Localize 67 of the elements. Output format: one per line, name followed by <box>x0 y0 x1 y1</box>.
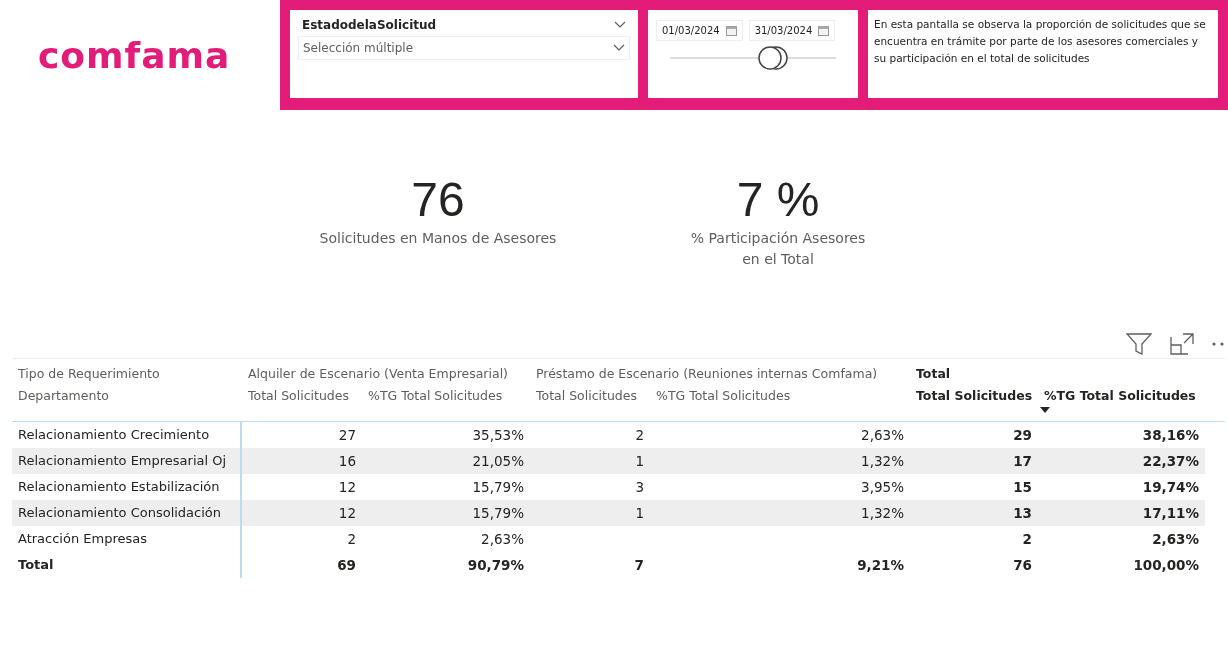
total-cell-text: 76 <box>1012 556 1033 575</box>
table-cell-text: 15,79% <box>471 478 525 497</box>
column-group-header: Total <box>915 365 952 383</box>
calendar-icon[interactable] <box>818 25 830 36</box>
more-icon[interactable] <box>1212 341 1224 347</box>
table-cell: 17 <box>910 448 1038 474</box>
column-header[interactable]: %TG Total Solicitudes <box>1038 385 1205 407</box>
total-cell-text: 7 <box>633 556 645 575</box>
row-header: Tipo de Requerimiento <box>17 365 161 383</box>
table-cell-text: 2 <box>346 530 357 549</box>
column-header[interactable]: Total Solicitudes <box>530 385 650 407</box>
column-header[interactable]: %TG Total Solicitudes <box>650 385 910 407</box>
total-label: Total <box>12 552 242 578</box>
table-cell-text: 29 <box>1012 426 1033 445</box>
table-cell-text: 38,16% <box>1141 426 1200 445</box>
table-cell: 1 <box>530 448 650 474</box>
table-cell: 1,32% <box>650 500 910 526</box>
column-group-header: Préstamo de Escenario (Reuniones internas Comfama) <box>535 365 879 383</box>
date-field[interactable]: 01/03/2024 <box>656 20 743 41</box>
slider-thumb[interactable] <box>755 46 790 70</box>
column-group-header: Alquiler de Escenario (Venta Empresarial) <box>247 365 509 383</box>
table-cell-text: 12 <box>337 478 357 497</box>
column-header[interactable]: Total Solicitudes <box>242 385 362 407</box>
table-cell: 13 <box>910 500 1038 526</box>
table-cell: 21,05% <box>362 448 530 474</box>
column-header[interactable]: %TG Total Solicitudes <box>362 385 530 407</box>
table-cell: 1,32% <box>650 448 910 474</box>
slicer-title: EstadodelaSolicitud <box>302 18 437 32</box>
table-cell: 15,79% <box>362 500 530 526</box>
row-label: Relacionamiento Consolidación <box>12 500 242 526</box>
table-cell-text: 2,63% <box>1151 530 1200 549</box>
chevron-down-icon[interactable] <box>613 44 625 52</box>
logo: comfama <box>38 34 231 76</box>
filter-icon[interactable] <box>1126 333 1152 355</box>
chevron-down-icon[interactable] <box>614 21 626 29</box>
date-field[interactable]: 31/03/2024 <box>748 20 836 41</box>
table-cell: 1 <box>530 500 650 526</box>
table-cell: 17,11% <box>1038 500 1205 526</box>
kpi-label: % Participación Asesores en el Total <box>689 229 867 269</box>
table-cell-text: 2,63% <box>480 530 525 549</box>
kpi-label: Solicitudes en Manos de Asesores <box>319 229 557 248</box>
table-cell-text: 2 <box>1021 530 1033 549</box>
column-header[interactable]: Total Solicitudes <box>910 385 1038 407</box>
table-cell-text: 3 <box>634 478 645 497</box>
row-header: Departamento <box>17 387 110 405</box>
description-text: En esta pantalla se observa la proporción de solicitudes que se encuentra en trámite por parte de los asesores comerciales y su participación en el total de solicitudes <box>868 10 1218 98</box>
table-cell-text: 2,63% <box>860 426 905 445</box>
table-cell-text: 15 <box>1012 478 1033 497</box>
table-cell: 22,37% <box>1038 448 1205 474</box>
calendar-icon[interactable] <box>725 25 737 36</box>
total-cell-text: 69 <box>336 556 357 575</box>
table-cell: 16 <box>242 448 362 474</box>
row-label: Relacionamiento Empresarial Oj <box>12 448 242 474</box>
table-cell-text: 3,95% <box>860 478 905 497</box>
table-cell-text: 27 <box>337 426 357 445</box>
kpi-value: 76 <box>411 172 465 228</box>
total-cell-text: 90,79% <box>466 556 525 575</box>
total-cell-text: 9,21% <box>856 556 905 575</box>
dropdown-field[interactable]: Selección múltiple <box>298 36 630 60</box>
kpi-value: 7 % <box>736 172 820 228</box>
table-cell: 12 <box>242 500 362 526</box>
total-cell-text: 100,00% <box>1132 556 1200 575</box>
table-cell-text: 19,74% <box>1141 478 1200 497</box>
expand-icon[interactable] <box>1170 333 1194 355</box>
row-label: Atracción Empresas <box>12 526 242 552</box>
table-cell-text: 2 <box>634 426 645 445</box>
table-cell-text: 35,53% <box>471 426 525 445</box>
